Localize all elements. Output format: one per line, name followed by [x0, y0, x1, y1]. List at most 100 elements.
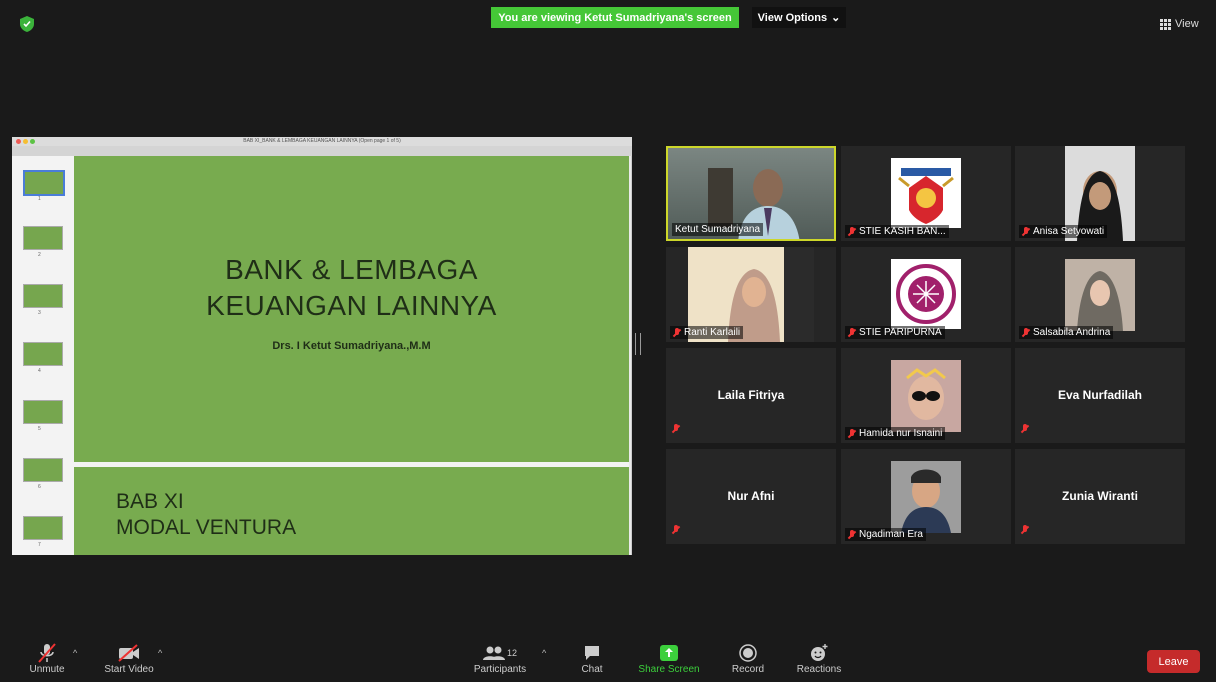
- viewing-screen-text: You are viewing Ketut Sumadriyana's scre…: [498, 11, 732, 24]
- participant-tile[interactable]: Hamida nur Isnaini: [841, 348, 1011, 443]
- participant-name: STIE KASIH BAN...: [859, 226, 946, 237]
- share-screen-label: Share Screen: [638, 664, 700, 675]
- start-video-button[interactable]: Start Video: [94, 642, 164, 675]
- participant-name-label: Anisa Setyowati: [1019, 225, 1108, 238]
- participant-tile[interactable]: STIE KASIH BAN...: [841, 146, 1011, 241]
- participant-name: Nur Afni: [727, 489, 775, 503]
- record-label: Record: [731, 664, 765, 675]
- slide-thumbnail: [23, 342, 63, 366]
- participant-tile[interactable]: Salsabila Andrina: [1015, 247, 1185, 342]
- participants-button[interactable]: 12 Participants: [465, 642, 535, 675]
- participants-options-caret-icon[interactable]: ^: [542, 648, 546, 658]
- participant-name-label: STIE KASIH BAN...: [845, 225, 949, 238]
- slide-1: BANK & LEMBAGA KEUANGAN LAINNYA Drs. I K…: [74, 156, 629, 462]
- participant-name-label: Ranti Karlaili: [670, 326, 744, 339]
- thumb-number: 3: [38, 310, 41, 316]
- participant-name-label: STIE PARIPURNA: [845, 326, 945, 339]
- slide-2-title-line2: MODAL VENTURA: [116, 516, 297, 539]
- view-label: View: [1175, 18, 1199, 30]
- slide-2: BAB XI MODAL VENTURA: [74, 467, 629, 555]
- participant-tile[interactable]: Anisa Setyowati: [1015, 146, 1185, 241]
- thumb-number: 2: [38, 252, 41, 258]
- slide-2-title: BAB XI MODAL VENTURA: [116, 489, 296, 541]
- participant-photo: [1065, 259, 1135, 331]
- shared-window-titlebar: BAB XI_BANK & LEMBAGA KEUANGAN LAINNYA (…: [12, 137, 632, 146]
- audio-options-caret-icon[interactable]: ^: [73, 648, 77, 658]
- chevron-down-icon: ⌄: [831, 12, 841, 24]
- slide-thumbnail: [23, 170, 65, 196]
- stie-kasih-bangsa-logo: [891, 158, 961, 228]
- viewing-screen-banner: You are viewing Ketut Sumadriyana's scre…: [491, 7, 739, 28]
- reactions-button[interactable]: Reactions: [784, 642, 854, 675]
- shared-window-title: BAB XI_BANK & LEMBAGA KEUANGAN LAINNYA (…: [243, 138, 401, 144]
- start-video-label: Start Video: [104, 664, 154, 675]
- muted-mic-icon: [1022, 226, 1030, 237]
- participant-name: Zunia Wiranti: [1062, 489, 1138, 503]
- participant-name: Laila Fitriya: [717, 388, 785, 402]
- thumb-number: 5: [38, 426, 41, 432]
- muted-mic-icon: [1021, 522, 1029, 540]
- slide-2-title-line1: BAB XI: [116, 490, 184, 513]
- participant-tile[interactable]: Ketut Sumadriyana: [666, 146, 836, 241]
- slide-thumbnail: [23, 516, 63, 540]
- unmute-label: Unmute: [29, 664, 65, 675]
- participant-name: Hamida nur Isnaini: [859, 428, 943, 439]
- participant-name: Anisa Setyowati: [1033, 226, 1105, 237]
- participant-name: Ketut Sumadriyana: [675, 224, 761, 235]
- unmute-button[interactable]: Unmute: [12, 642, 82, 675]
- security-shield-icon[interactable]: [20, 16, 34, 32]
- view-button[interactable]: View: [1160, 18, 1199, 30]
- shared-window-toolbar: [12, 146, 632, 156]
- muted-mic-icon: [672, 421, 680, 439]
- participant-tile[interactable]: Nur Afni: [666, 449, 836, 544]
- slide-1-title-line1: BANK & LEMBAGA: [225, 254, 478, 285]
- participant-photo: [891, 360, 961, 432]
- participant-name: STIE PARIPURNA: [859, 327, 942, 338]
- muted-mic-icon: [1021, 421, 1029, 439]
- participant-tile[interactable]: Ngadiman Era: [841, 449, 1011, 544]
- participants-count: 12: [506, 648, 517, 658]
- slide-thumbnail: [23, 400, 63, 424]
- record-icon: [713, 642, 783, 664]
- participant-tile[interactable]: Zunia Wiranti: [1015, 449, 1185, 544]
- share-screen-button[interactable]: Share Screen: [634, 642, 704, 675]
- participant-tile[interactable]: Ranti Karlaili: [666, 247, 836, 342]
- slide-thumbnail-panel: 1 2 3 4 5 6 7: [12, 156, 75, 555]
- video-options-caret-icon[interactable]: ^: [158, 648, 162, 658]
- record-button[interactable]: Record: [713, 642, 783, 675]
- muted-mic-icon: [848, 226, 856, 237]
- muted-mic-icon: [848, 428, 856, 439]
- participants-icon: 12: [465, 642, 535, 664]
- participant-name-label: Hamida nur Isnaini: [845, 427, 946, 440]
- participant-tile[interactable]: Eva Nurfadilah: [1015, 348, 1185, 443]
- thumb-number: 1: [38, 196, 41, 202]
- participant-tile[interactable]: STIE PARIPURNA: [841, 247, 1011, 342]
- chat-label: Chat: [581, 664, 603, 675]
- chat-button[interactable]: Chat: [557, 642, 627, 675]
- scrollbar[interactable]: [631, 156, 632, 555]
- muted-mic-icon: [848, 529, 856, 540]
- muted-mic-icon: [673, 327, 681, 338]
- thumb-number: 4: [38, 368, 41, 374]
- leave-label: Leave: [1158, 655, 1189, 668]
- participants-label: Participants: [473, 664, 527, 675]
- view-options-button[interactable]: View Options ⌄: [752, 7, 846, 28]
- participant-name: Eva Nurfadilah: [1057, 388, 1143, 402]
- stie-paripurna-logo: [891, 259, 961, 329]
- meeting-toolbar: Unmute ^ Start Video ^ 12 Participants ^…: [0, 636, 1216, 682]
- participant-tile[interactable]: Laila Fitriya: [666, 348, 836, 443]
- chat-icon: [557, 642, 627, 664]
- participant-name-label: Ketut Sumadriyana: [672, 223, 764, 236]
- thumb-number: 7: [38, 542, 41, 548]
- muted-mic-icon: [672, 522, 680, 540]
- split-view-handle[interactable]: [635, 333, 641, 355]
- slide-thumbnail: [23, 458, 63, 482]
- shared-screen[interactable]: BAB XI_BANK & LEMBAGA KEUANGAN LAINNYA (…: [12, 137, 632, 555]
- participant-photo: [891, 461, 961, 533]
- reactions-label: Reactions: [796, 664, 842, 675]
- slide-1-title-line2: KEUANGAN LAINNYA: [206, 290, 497, 321]
- leave-button[interactable]: Leave: [1147, 650, 1200, 673]
- reactions-icon: [784, 642, 854, 664]
- participant-name: Ranti Karlaili: [684, 327, 741, 338]
- participant-name-label: Ngadiman Era: [845, 528, 926, 541]
